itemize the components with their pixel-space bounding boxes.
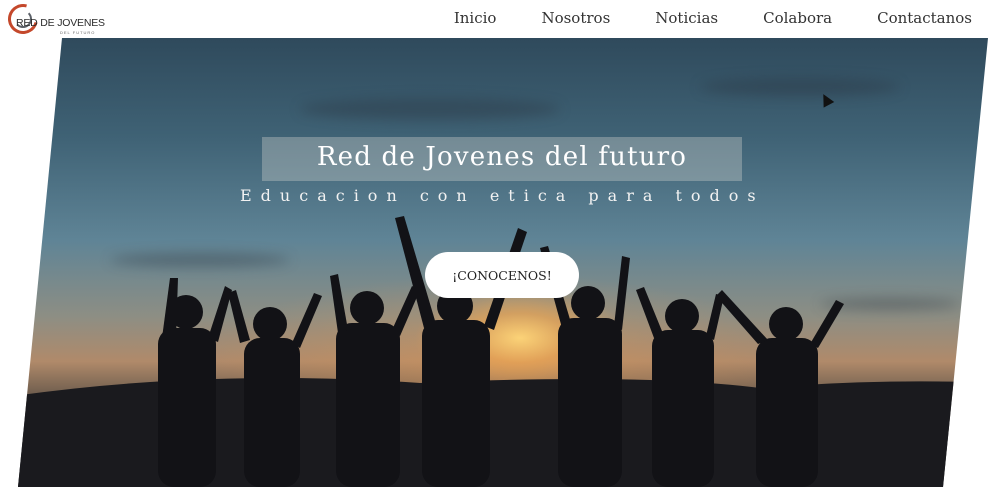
nav-item-contactanos[interactable]: Contactanos	[877, 9, 972, 27]
hero-section: Red de Jovenes del futuro Educacion con …	[0, 38, 1000, 495]
logo-subtext: DEL FUTURO	[60, 30, 96, 35]
conocenos-button[interactable]: ¡CONOCENOS!	[425, 252, 579, 298]
site-header: RED DE JOVENES DEL FUTURO Inicio Nosotro…	[0, 0, 1000, 40]
hero-subtitle: Educacion con etica para todos	[240, 186, 765, 205]
hero-title: Red de Jovenes del futuro	[316, 142, 688, 172]
nav-item-inicio[interactable]: Inicio	[454, 9, 497, 27]
logo-text: RED DE JOVENES	[16, 17, 105, 29]
nav-item-noticias[interactable]: Noticias	[655, 9, 718, 27]
site-logo[interactable]: RED DE JOVENES DEL FUTURO	[2, 0, 118, 40]
main-nav: Inicio Nosotros Noticias Colabora Contac…	[409, 9, 972, 27]
nav-item-colabora[interactable]: Colabora	[763, 9, 832, 27]
nav-item-nosotros[interactable]: Nosotros	[541, 9, 610, 27]
